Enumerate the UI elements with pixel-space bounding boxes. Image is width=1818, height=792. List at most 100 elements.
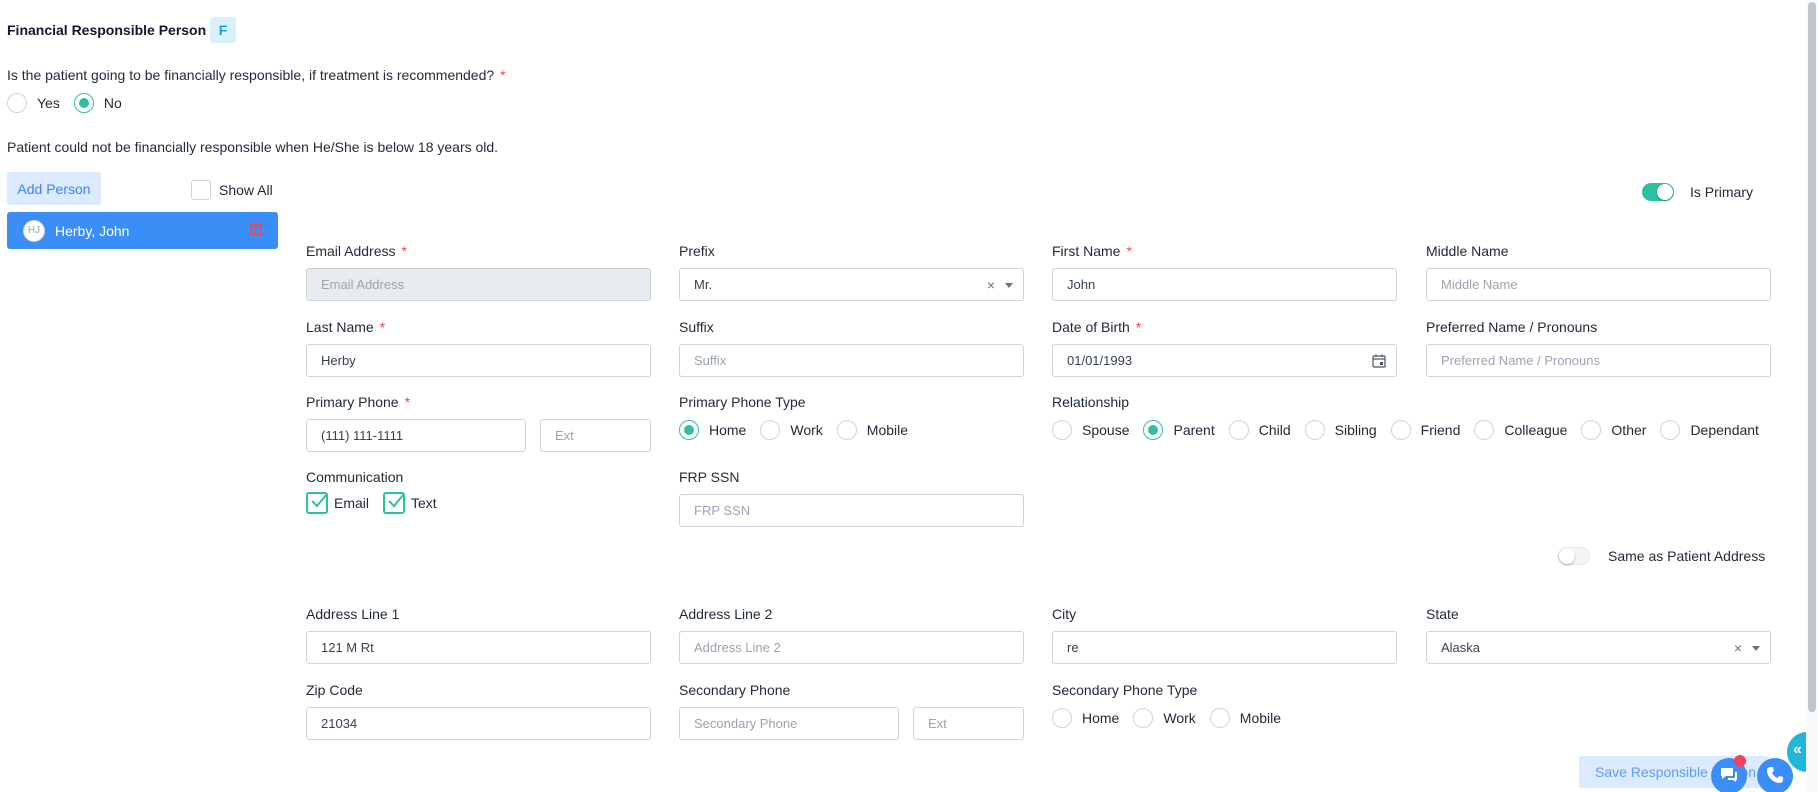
radio-parent[interactable] <box>1143 420 1164 440</box>
radio-dependant-option[interactable]: Dependant <box>1660 420 1759 440</box>
age-notice: Patient could not be financially respons… <box>7 139 499 155</box>
same-as-patient-label: Same as Patient Address <box>1608 548 1766 564</box>
secondary-phone-label: Secondary Phone <box>679 682 791 698</box>
calendar-icon[interactable] <box>1372 354 1386 371</box>
person-list-item[interactable]: HJ Herby, John <box>7 212 278 249</box>
radio-other[interactable] <box>1581 420 1602 440</box>
last-name-input[interactable]: Herby <box>306 344 651 377</box>
radio-sec-work-option[interactable]: Work <box>1133 708 1203 728</box>
chevron-down-icon[interactable] <box>1005 283 1013 288</box>
frp-ssn-label: FRP SSN <box>679 469 740 485</box>
relationship-group: Spouse Parent Child Sibling Friend Colle… <box>1052 419 1765 441</box>
responsibility-radio-group: Yes No <box>7 93 128 113</box>
zip-label: Zip Code <box>306 682 363 698</box>
last-name-label: Last Name * <box>306 319 386 335</box>
show-all-checkbox-group[interactable]: Show All <box>191 180 273 200</box>
city-label: City <box>1052 606 1077 622</box>
radio-work-option[interactable]: Work <box>760 420 830 440</box>
radio-colleague-option[interactable]: Colleague <box>1474 420 1575 440</box>
avatar: HJ <box>23 219 45 242</box>
scrollbar-thumb[interactable] <box>1808 2 1816 712</box>
person-name: Herby, John <box>55 222 130 239</box>
clear-icon[interactable]: × <box>987 277 995 293</box>
radio-sibling[interactable] <box>1304 420 1325 440</box>
radio-friend-option[interactable]: Friend <box>1390 420 1469 440</box>
primary-phone-type-label: Primary Phone Type <box>679 394 806 410</box>
state-select[interactable]: Alaska × <box>1426 631 1771 664</box>
primary-phone-label: Primary Phone * <box>306 394 411 410</box>
radio-home-option[interactable]: Home <box>679 420 754 440</box>
address2-label: Address Line 2 <box>679 606 773 622</box>
radio-other-option[interactable]: Other <box>1581 420 1654 440</box>
chat-icon <box>1719 766 1739 787</box>
city-input[interactable]: re <box>1052 631 1397 664</box>
radio-friend[interactable] <box>1390 420 1411 440</box>
relationship-label: Relationship <box>1052 394 1130 410</box>
radio-no-option[interactable]: No <box>73 93 122 113</box>
radio-sec-work[interactable] <box>1133 708 1154 728</box>
chevron-down-icon[interactable] <box>1752 646 1760 651</box>
suffix-label: Suffix <box>679 319 714 335</box>
address2-input[interactable]: Address Line 2 <box>679 631 1024 664</box>
radio-mobile[interactable] <box>836 420 857 440</box>
section-title: Financial Responsible Person <box>7 22 207 38</box>
radio-home[interactable] <box>679 420 699 440</box>
secondary-phone-input[interactable]: Secondary Phone <box>679 707 899 740</box>
first-name-label: First Name * <box>1052 243 1132 259</box>
trash-icon[interactable] <box>250 222 262 239</box>
suffix-input[interactable]: Suffix <box>679 344 1024 377</box>
is-primary-toggle[interactable] <box>1642 183 1674 201</box>
text-checkbox[interactable] <box>383 492 406 514</box>
prefix-label: Prefix <box>679 243 715 259</box>
radio-parent-option[interactable]: Parent <box>1143 420 1222 440</box>
secondary-phone-type-label: Secondary Phone Type <box>1052 682 1198 698</box>
radio-colleague[interactable] <box>1474 420 1495 440</box>
radio-work[interactable] <box>760 420 781 440</box>
is-primary-label: Is Primary <box>1690 184 1753 200</box>
communication-label: Communication <box>306 469 404 485</box>
email-label: Email Address * <box>306 243 407 259</box>
clear-icon[interactable]: × <box>1734 640 1742 656</box>
radio-sec-home-option[interactable]: Home <box>1052 708 1127 728</box>
middle-name-input[interactable]: Middle Name <box>1426 268 1771 301</box>
radio-sec-home[interactable] <box>1052 708 1072 728</box>
radio-dependant[interactable] <box>1660 420 1681 440</box>
preferred-name-input[interactable]: Preferred Name / Pronouns <box>1426 344 1771 377</box>
radio-yes[interactable] <box>7 93 27 113</box>
radio-sec-mobile[interactable] <box>1209 708 1230 728</box>
show-all-checkbox[interactable] <box>191 180 211 200</box>
section-badge: F <box>210 17 236 43</box>
email-checkbox[interactable] <box>306 492 328 514</box>
prefix-select[interactable]: Mr. × <box>679 268 1024 301</box>
radio-yes-option[interactable]: Yes <box>7 93 68 113</box>
email-checkbox-label: Email <box>334 495 370 511</box>
primary-phone-input[interactable]: (111) 111-1111 <box>306 419 526 452</box>
state-label: State <box>1426 606 1459 622</box>
address1-input[interactable]: 121 M Rt <box>306 631 651 664</box>
radio-spouse[interactable] <box>1052 420 1072 440</box>
secondary-phone-ext-input[interactable]: Ext <box>913 707 1024 740</box>
radio-no[interactable] <box>73 93 94 113</box>
show-all-label: Show All <box>219 182 273 198</box>
radio-mobile-option[interactable]: Mobile <box>836 420 908 440</box>
zip-input[interactable]: 21034 <box>306 707 651 740</box>
preferred-name-label: Preferred Name / Pronouns <box>1426 319 1598 335</box>
same-as-patient-toggle[interactable] <box>1558 547 1590 565</box>
radio-sibling-option[interactable]: Sibling <box>1304 420 1385 440</box>
radio-child-option[interactable]: Child <box>1228 420 1299 440</box>
double-chevron-left-icon: « <box>1793 741 1802 758</box>
dob-label: Date of Birth * <box>1052 319 1142 335</box>
radio-sec-mobile-option[interactable]: Mobile <box>1209 708 1281 728</box>
is-primary-group: Is Primary <box>1642 183 1753 201</box>
primary-phone-ext-input[interactable]: Ext <box>540 419 651 452</box>
frp-ssn-input[interactable]: FRP SSN <box>679 494 1024 527</box>
add-person-button[interactable]: Add Person <box>7 172 101 205</box>
responsibility-question: Is the patient going to be financially r… <box>7 67 506 83</box>
radio-child[interactable] <box>1228 420 1249 440</box>
email-input[interactable]: Email Address <box>306 268 651 301</box>
radio-spouse-option[interactable]: Spouse <box>1052 420 1137 440</box>
dob-input[interactable]: 01/01/1993 <box>1052 344 1397 377</box>
first-name-input[interactable]: John <box>1052 268 1397 301</box>
phone-icon <box>1766 766 1784 787</box>
phone-button[interactable] <box>1757 758 1793 792</box>
